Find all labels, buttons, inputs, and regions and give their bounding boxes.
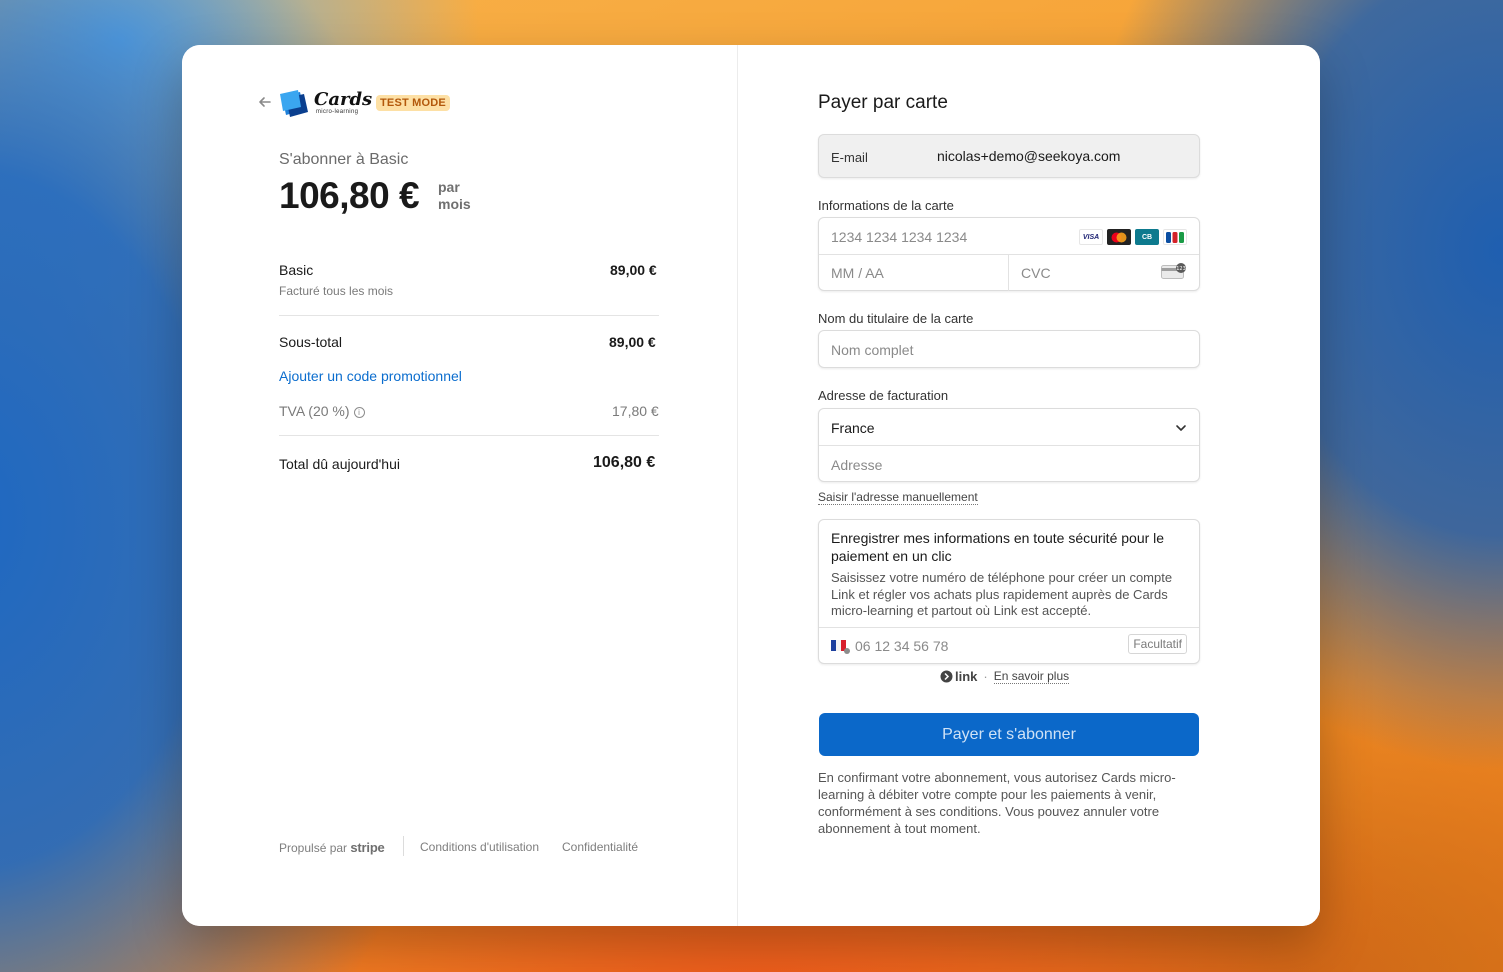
phone-placeholder: 06 12 34 56 78 [855, 638, 949, 654]
mastercard-icon [1107, 229, 1131, 245]
cvc-placeholder: CVC [1021, 265, 1051, 281]
card-brands: VISA CB [1079, 229, 1187, 245]
email-field[interactable]: E-mail nicolas+demo@seekoya.com [818, 134, 1200, 178]
expiry-input[interactable]: MM / AA [819, 255, 1009, 291]
pay-and-subscribe-button[interactable]: Payer et s'abonner [819, 713, 1199, 756]
test-mode-badge: TEST MODE [376, 95, 450, 111]
subtotal-label: Sous-total [279, 334, 343, 350]
divider [279, 315, 659, 316]
terms-link[interactable]: Conditions d'utilisation [420, 840, 539, 854]
chevron-down-icon [1175, 421, 1187, 439]
total-amount: 106,80 € [593, 454, 656, 471]
consent-text: En confirmant votre abonnement, vous aut… [818, 770, 1176, 836]
logo-subtext: micro-learning [316, 109, 359, 115]
billing-address-label: Adresse de facturation [818, 388, 949, 403]
address-input[interactable]: Adresse [819, 446, 1199, 482]
cardholder-name-input[interactable]: Nom complet [818, 330, 1200, 368]
divider [279, 435, 659, 436]
total-price: 106,80 € [279, 175, 420, 216]
expiry-placeholder: MM / AA [831, 265, 884, 281]
add-promo-code-link[interactable]: Ajouter un code promotionnel [279, 368, 462, 384]
link-title: Enregistrer mes informations en toute sé… [831, 530, 1165, 564]
subscription-title: S'abonner à Basic [279, 151, 409, 168]
cards-logo-icon [280, 90, 312, 118]
address-placeholder: Adresse [831, 457, 883, 473]
item-amount: 89,00 € [610, 262, 657, 278]
card-number-placeholder: 1234 1234 1234 1234 [831, 229, 968, 245]
billing-period-line1: par [438, 179, 460, 195]
card-number-input[interactable]: 1234 1234 1234 1234 VISA CB [819, 218, 1199, 255]
card-info-group: 1234 1234 1234 1234 VISA CB MM / AA CVC [818, 217, 1200, 291]
link-save-card: Enregistrer mes informations en toute sé… [818, 519, 1200, 664]
jcb-icon [1163, 229, 1187, 245]
cvc-card-icon: 123 [1161, 263, 1187, 284]
cb-icon: CB [1135, 229, 1159, 245]
svg-text:123: 123 [1176, 266, 1186, 272]
country-value: France [831, 420, 875, 436]
item-name: Basic [279, 262, 314, 278]
link-logo: link [940, 669, 977, 684]
visa-icon: VISA [1079, 229, 1103, 245]
link-description: Saisissez votre numéro de téléphone pour… [831, 570, 1173, 618]
logo-text: Cards [314, 89, 373, 110]
learn-more-link[interactable]: En savoir plus [993, 669, 1070, 684]
cardholder-name-placeholder: Nom complet [831, 342, 914, 358]
stripe-logo: stripe [350, 840, 385, 855]
billing-address-group: France Adresse [818, 408, 1200, 482]
manual-address-link[interactable]: Saisir l'adresse manuellement [818, 490, 978, 505]
optional-badge: Facultatif [1128, 634, 1187, 654]
privacy-link[interactable]: Confidentialité [562, 840, 638, 854]
info-icon[interactable]: i [353, 407, 365, 418]
tax-label: TVA (20 %) [279, 403, 350, 419]
link-brand: link [955, 669, 978, 684]
email-value: nicolas+demo@seekoya.com [937, 148, 1121, 164]
cardholder-name-label: Nom du titulaire de la carte [818, 311, 974, 326]
france-flag-icon [831, 639, 851, 660]
link-footer: link · En savoir plus [940, 669, 1070, 684]
tax-row: TVA (20 %) i [279, 403, 365, 419]
arrow-left-icon[interactable] [258, 95, 272, 109]
payment-title: Payer par carte [818, 92, 948, 113]
footer-separator [403, 836, 404, 856]
dot-separator: · [983, 669, 988, 684]
card-info-label: Informations de la carte [818, 198, 954, 213]
payment-form: Payer par carte E-mail nicolas+demo@seek… [739, 45, 1320, 926]
powered-by[interactable]: Propulsé par stripe [279, 840, 385, 855]
tax-amount: 17,80 € [612, 403, 659, 419]
email-label: E-mail [831, 150, 868, 165]
checkout-panel: Cards micro-learning TEST MODE S'abonner… [182, 45, 1320, 926]
cvc-input[interactable]: CVC 123 [1009, 255, 1199, 291]
total-label: Total dû aujourd'hui [279, 456, 400, 472]
phone-input[interactable]: 06 12 34 56 78 Facultatif [819, 628, 1199, 664]
billing-period: par mois [438, 179, 471, 213]
subtotal-amount: 89,00 € [609, 334, 656, 350]
country-select[interactable]: France [819, 409, 1199, 446]
item-description: Facturé tous les mois [279, 284, 394, 298]
order-summary: Cards micro-learning TEST MODE S'abonner… [182, 45, 738, 926]
powered-by-label: Propulsé par [279, 841, 348, 855]
billing-period-line2: mois [438, 196, 471, 212]
link-arrow-icon [940, 670, 953, 683]
